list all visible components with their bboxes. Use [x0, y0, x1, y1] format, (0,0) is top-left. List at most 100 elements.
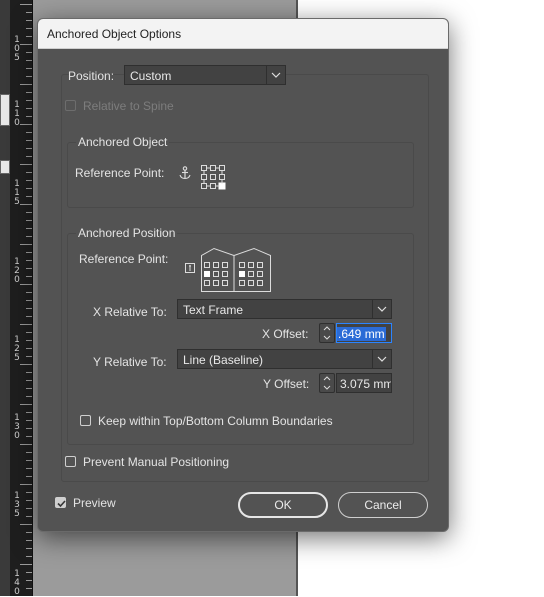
- anchor-icon: [179, 166, 191, 180]
- y-relative-to-label: Y Relative To:: [93, 355, 167, 369]
- keep-within-column-boundaries-label: Keep within Top/Bottom Column Boundaries: [98, 414, 333, 428]
- ruler-tick: [26, 476, 32, 477]
- ruler-tick: [26, 500, 32, 501]
- ok-button[interactable]: OK: [238, 492, 328, 518]
- ruler-tick: [26, 396, 32, 397]
- stepper-arrows-icon: [323, 326, 331, 340]
- ruler-tick: [26, 228, 32, 229]
- ruler-label: 115: [14, 179, 20, 207]
- ruler-label: 120: [14, 257, 20, 285]
- anchored-object-title: Anchored Object: [76, 135, 170, 149]
- position-dropdown[interactable]: Custom: [124, 65, 286, 85]
- preview-checkbox[interactable]: [55, 497, 66, 508]
- ruler-tick: [26, 92, 32, 93]
- ruler-tick: [26, 332, 32, 333]
- ruler-tick: [20, 324, 32, 325]
- ruler-tick: [26, 60, 32, 61]
- x-offset-label: X Offset:: [262, 327, 309, 341]
- prevent-manual-positioning-label: Prevent Manual Positioning: [83, 455, 230, 469]
- ruler-tick: [20, 444, 32, 445]
- ruler-tick: [26, 148, 32, 149]
- ruler-label: 135: [14, 491, 20, 519]
- ruler-tick: [26, 196, 32, 197]
- ruler-tick: [26, 588, 32, 589]
- ruler-tick: [26, 260, 32, 261]
- cancel-button[interactable]: Cancel: [338, 492, 428, 518]
- prevent-manual-positioning-checkbox[interactable]: [65, 456, 76, 467]
- ruler-tick: [26, 412, 32, 413]
- ruler-tick: [20, 244, 32, 245]
- ruler-tick: [26, 156, 32, 157]
- ruler-tick: [26, 452, 32, 453]
- ruler-tick: [26, 348, 32, 349]
- anchored-position-reference-point-label: Reference Point:: [79, 252, 169, 266]
- ruler-tick: [26, 188, 32, 189]
- y-relative-to-dropdown[interactable]: Line (Baseline): [177, 349, 392, 369]
- ruler-tick: [20, 364, 32, 365]
- ruler-tick: [26, 108, 32, 109]
- position-label: Position:: [68, 69, 115, 83]
- chevron-down-icon: [266, 66, 285, 84]
- dialog-titlebar[interactable]: Anchored Object Options: [38, 19, 448, 49]
- dialog-title: Anchored Object Options: [47, 27, 182, 41]
- y-relative-to-value: Line (Baseline): [183, 353, 264, 367]
- relative-to-spine-checkbox[interactable]: [65, 100, 76, 111]
- tool-swatch-small: [0, 160, 10, 174]
- ruler-tick: [26, 380, 32, 381]
- ruler-tick: [26, 428, 32, 429]
- ruler-tick: [26, 220, 32, 221]
- checkmark-icon: [57, 500, 66, 508]
- keep-within-column-boundaries-checkbox[interactable]: [80, 415, 91, 426]
- ruler-tick: [20, 44, 32, 45]
- ruler-tick: [26, 180, 32, 181]
- tools-panel-edge: [0, 0, 10, 596]
- ruler-tick: [26, 540, 32, 541]
- ruler-tick: [26, 356, 32, 357]
- ruler-tick: [26, 252, 32, 253]
- x-relative-to-dropdown[interactable]: Text Frame: [177, 299, 392, 319]
- ruler-tick: [26, 492, 32, 493]
- ruler-label: 125: [14, 335, 20, 363]
- y-offset-input[interactable]: 3.075 mm: [336, 373, 392, 393]
- y-offset-label: Y Offset:: [263, 377, 310, 391]
- ruler-tick: [26, 300, 32, 301]
- ruler-tick: [26, 268, 32, 269]
- ruler-tick: [20, 4, 32, 5]
- ruler-tick: [20, 204, 32, 205]
- ruler-tick: [20, 564, 32, 565]
- ruler-tick: [26, 36, 32, 37]
- ruler-tick: [20, 484, 32, 485]
- spread-reference-point-icon[interactable]: [184, 245, 274, 293]
- ruler-tick: [26, 420, 32, 421]
- ruler-tick: [20, 124, 32, 125]
- preview-label: Preview: [73, 496, 116, 510]
- ruler-tick: [26, 468, 32, 469]
- ruler-tick: [26, 28, 32, 29]
- ruler-tick: [26, 508, 32, 509]
- ruler-tick: [26, 532, 32, 533]
- ruler-tick: [26, 556, 32, 557]
- y-offset-value: 3.075 mm: [340, 377, 392, 391]
- vertical-ruler[interactable]: 105 110 115 120 125 130 135 140: [10, 0, 33, 597]
- ruler-tick: [26, 132, 32, 133]
- ruler-tick: [26, 172, 32, 173]
- ruler-tick: [26, 292, 32, 293]
- relative-to-spine-label: Relative to Spine: [83, 99, 174, 113]
- ruler-tick: [20, 524, 32, 525]
- y-offset-stepper[interactable]: [319, 373, 335, 393]
- x-offset-input[interactable]: .649 mm: [336, 323, 392, 343]
- reference-point-grid-icon[interactable]: [200, 164, 226, 190]
- anchored-object-reference-point-label: Reference Point:: [75, 166, 165, 180]
- ruler-tick: [26, 572, 32, 573]
- ruler-tick: [20, 284, 32, 285]
- ruler-tick: [26, 76, 32, 77]
- x-offset-stepper[interactable]: [319, 323, 335, 343]
- ruler-tick: [26, 100, 32, 101]
- ruler-tick: [26, 308, 32, 309]
- ruler-tick: [26, 340, 32, 341]
- anchored-position-title: Anchored Position: [76, 226, 178, 240]
- ruler-label: 105: [14, 35, 20, 63]
- ruler-tick: [26, 20, 32, 21]
- ruler-tick: [26, 516, 32, 517]
- chevron-down-icon: [372, 300, 391, 318]
